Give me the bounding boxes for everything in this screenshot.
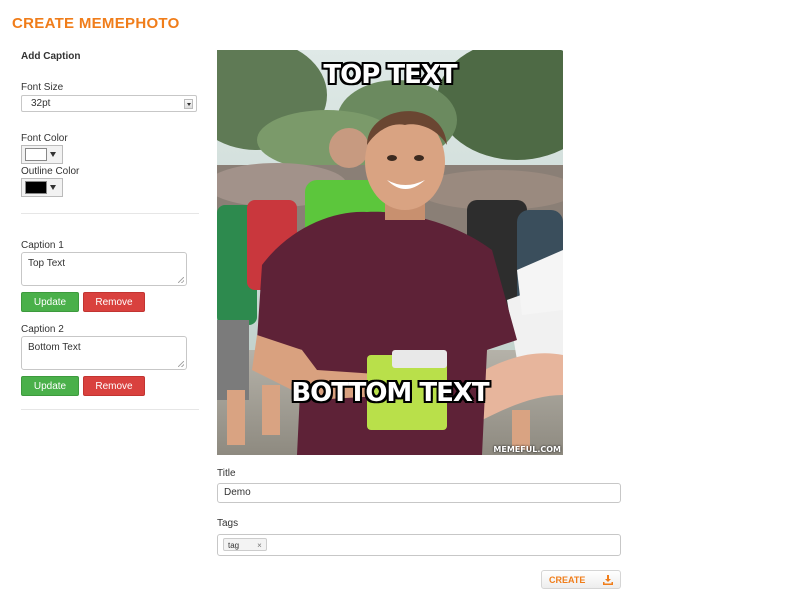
tag-label: tag — [228, 541, 240, 550]
caption-2-remove-button[interactable]: Remove — [83, 376, 145, 396]
page-title: CREATE MEMEPHOTO — [12, 15, 180, 32]
download-icon — [603, 575, 613, 585]
create-button[interactable]: CREATE — [541, 570, 621, 589]
font-color-picker[interactable] — [21, 145, 63, 164]
meme-top-text: TOP TEXT — [323, 60, 457, 90]
watermark: MEMEFUL.COM — [493, 445, 561, 454]
caption-1-input[interactable]: Top Text — [21, 252, 187, 286]
divider — [21, 409, 199, 410]
title-input[interactable]: Demo — [217, 483, 621, 503]
caption-2-update-button[interactable]: Update — [21, 376, 79, 396]
meme-bottom-text: BOTTOM TEXT — [291, 378, 489, 408]
tags-label: Tags — [217, 518, 239, 529]
caption-1-update-button[interactable]: Update — [21, 292, 79, 312]
chevron-down-icon — [50, 152, 56, 157]
font-color-swatch — [25, 148, 47, 161]
caption-1-remove-button[interactable]: Remove — [83, 292, 145, 312]
caption-1-label: Caption 1 — [21, 240, 64, 251]
outline-color-label: Outline Color — [21, 166, 80, 177]
divider — [21, 213, 199, 214]
outline-color-swatch — [25, 181, 47, 194]
caption-2-label: Caption 2 — [21, 324, 64, 335]
caption-2-input[interactable]: Bottom Text — [21, 336, 187, 370]
chevron-down-icon — [50, 185, 56, 190]
meme-preview: TOP TEXT BOTTOM TEXT MEMEFUL.COM — [217, 50, 563, 455]
title-label: Title — [217, 468, 236, 479]
add-caption-heading: Add Caption — [21, 51, 81, 62]
font-size-label: Font Size — [21, 82, 64, 93]
outline-color-picker[interactable] — [21, 178, 63, 197]
create-button-label: CREATE — [549, 575, 586, 585]
tag-chip: tag × — [223, 538, 267, 551]
tags-input[interactable]: tag × — [217, 534, 621, 556]
chevron-down-icon — [184, 99, 193, 109]
font-size-select[interactable]: 32pt — [21, 95, 197, 112]
font-color-label: Font Color — [21, 133, 68, 144]
tag-remove-icon[interactable]: × — [257, 541, 262, 550]
font-size-value: 32pt — [31, 98, 51, 109]
